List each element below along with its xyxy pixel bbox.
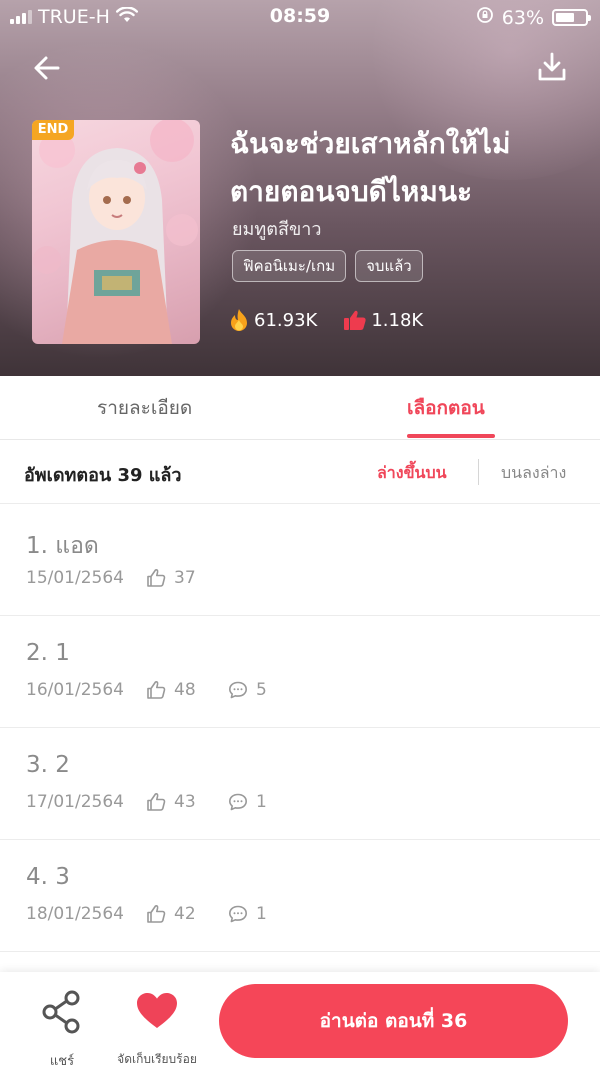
episode-comments: 1 [228, 792, 267, 812]
sort-oldest-first-button[interactable]: ล่างขึ้นบน [377, 461, 447, 486]
thumbs-up-icon [344, 310, 366, 330]
sort-newest-first-button[interactable]: บนลงล่าง [501, 461, 566, 486]
episode-like-count: 37 [174, 568, 196, 588]
comment-icon [229, 905, 247, 923]
episode-like-count: 43 [174, 792, 196, 812]
episode-date: 17/01/2564 [26, 792, 124, 812]
episode-like-count: 42 [174, 904, 196, 924]
tab-details[interactable]: รายละเอียด [97, 376, 192, 440]
share-icon [42, 990, 80, 1034]
download-icon [538, 52, 566, 81]
genre-tag[interactable]: ฟิคอนิเมะ/เกม [232, 250, 347, 282]
orientation-lock-icon [476, 6, 494, 29]
episode-comments: 1 [228, 904, 267, 924]
continue-reading-button[interactable]: อ่านต่อ ตอนที่ 36 [219, 984, 568, 1058]
episode-likes: 48 [146, 680, 216, 700]
thumbs-up-icon [147, 681, 166, 699]
episode-likes: 37 [146, 568, 216, 588]
book-cover[interactable] [32, 120, 200, 344]
battery-percent: 63% [501, 6, 544, 29]
back-button[interactable] [28, 48, 68, 88]
battery-icon [552, 9, 591, 26]
active-tab-indicator [407, 434, 495, 438]
library-button[interactable]: จัดเก็บเรียบร้อย [112, 988, 202, 1066]
book-title-line: ฉันจะช่วยเสาหลักให้ไม่ [230, 127, 511, 160]
library-label: จัดเก็บเรียบร้อย [117, 1052, 197, 1066]
episode-title: 4. 3 [26, 864, 70, 890]
likes-count: 1.18K [371, 309, 424, 331]
episode-comment-count: 1 [256, 904, 267, 924]
episode-comment-count: 5 [256, 680, 267, 700]
status-bar: TRUE-H 08:59 63% [0, 0, 600, 34]
comment-icon [229, 681, 247, 699]
views-count: 61.93K [254, 309, 318, 331]
cover-illustration [33, 120, 198, 344]
views-stat: 61.93K [228, 308, 317, 332]
tab-bar: รายละเอียด เลือกตอน [0, 376, 600, 440]
episode-date: 15/01/2564 [26, 568, 124, 588]
episode-row[interactable]: 1. แอด 15/01/2564 37 [0, 504, 600, 616]
thumbs-up-icon [147, 793, 166, 811]
sort-divider [478, 459, 479, 485]
likes-stat: 1.18K [343, 309, 423, 331]
episode-likes: 42 [146, 904, 216, 924]
back-arrow-icon [34, 56, 60, 80]
episode-likes: 43 [146, 792, 216, 812]
episode-title: 1. แอด [26, 533, 99, 559]
episode-title: 2. 1 [26, 640, 70, 666]
bottom-action-bar: แชร์ จัดเก็บเรียบร้อย อ่านต่อ ตอนที่ 36 [0, 972, 600, 1067]
episode-row[interactable]: 3. 2 17/01/2564 43 1 [0, 728, 600, 840]
episode-list-header: อัพเดทตอน 39 แล้ว ล่างขึ้นบน บนลงล่าง [0, 441, 600, 504]
book-title: ฉันจะช่วยเสาหลักให้ไม่ ตายตอนจบดีไหมนะ [230, 120, 570, 216]
download-button[interactable] [532, 48, 572, 88]
share-button[interactable]: แชร์ [38, 988, 86, 1067]
episode-title: 3. 2 [26, 752, 70, 778]
episode-meta: 17/01/2564 43 1 [26, 792, 267, 812]
episode-row[interactable]: 2. 1 16/01/2564 48 5 [0, 616, 600, 728]
book-header: TRUE-H 08:59 63% END ฉันจะช่วยเสาหลักให้… [0, 0, 600, 376]
share-label: แชร์ [49, 1054, 75, 1067]
book-stats: 61.93K 1.18K [228, 308, 423, 332]
heart-icon [137, 993, 177, 1028]
episode-date: 16/01/2564 [26, 680, 124, 700]
episode-meta: 16/01/2564 48 5 [26, 680, 267, 700]
end-badge: END [32, 120, 74, 140]
update-status: อัพเดทตอน 39 แล้ว [24, 465, 182, 486]
tab-episodes[interactable]: เลือกตอน [407, 376, 485, 440]
tag-list: ฟิคอนิเมะ/เกม จบแล้ว [232, 250, 423, 282]
episode-meta: 15/01/2564 37 [26, 568, 216, 588]
status-tag[interactable]: จบแล้ว [355, 250, 423, 282]
episode-date: 18/01/2564 [26, 904, 124, 924]
fire-icon [231, 309, 247, 331]
episode-meta: 18/01/2564 42 1 [26, 904, 267, 924]
thumbs-up-icon [147, 905, 166, 923]
episode-comment-count: 1 [256, 792, 267, 812]
author-name[interactable]: ยมทูตสีขาว [232, 214, 321, 243]
book-title-line: ตายตอนจบดีไหมนะ [230, 175, 472, 208]
episode-like-count: 48 [174, 680, 196, 700]
episode-row[interactable]: 4. 3 18/01/2564 42 1 [0, 840, 600, 952]
episode-list: 1. แอด 15/01/2564 37 2. 1 16/01/2564 48 … [0, 504, 600, 952]
thumbs-up-icon [147, 569, 166, 587]
comment-icon [229, 793, 247, 811]
episode-comments: 5 [228, 680, 267, 700]
